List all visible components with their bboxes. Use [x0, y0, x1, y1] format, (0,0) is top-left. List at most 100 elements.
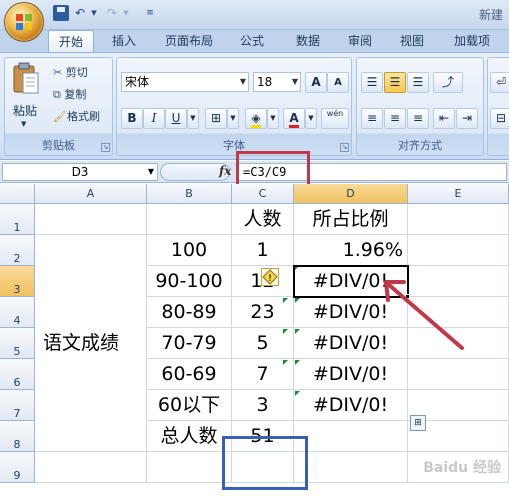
cell-b7[interactable]: 60以下	[147, 390, 232, 421]
row-header-8[interactable]: 8	[0, 421, 35, 452]
cell-b4[interactable]: 80-89	[147, 297, 232, 328]
column-header-a[interactable]: A	[35, 184, 147, 204]
row-header-6[interactable]: 6	[0, 359, 35, 390]
font-name-value: 宋体	[125, 75, 150, 89]
cell-b1[interactable]	[147, 204, 232, 235]
format-painter-button[interactable]: 🖌格式刷	[53, 108, 100, 124]
align-left-icon[interactable]: ≡	[361, 108, 383, 129]
fill-dropdown-icon[interactable]: ▼	[267, 108, 279, 129]
cell-b9[interactable]	[147, 452, 232, 483]
autofill-options-icon[interactable]: ⊞	[410, 415, 426, 431]
tab-formulas[interactable]: 公式	[232, 30, 272, 52]
cell-d2[interactable]: 1.96%	[294, 235, 408, 266]
font-size-combo[interactable]: 18 ▼	[253, 72, 301, 92]
tab-addins[interactable]: 加载项	[446, 30, 498, 52]
cell-d1[interactable]: 所占比例	[294, 204, 408, 235]
phonetic-icon: wén	[326, 109, 344, 118]
tab-insert[interactable]: 插入	[104, 30, 144, 52]
cell-a2-merged[interactable]: 语文成绩	[35, 235, 147, 452]
cell-b3[interactable]: 90-100	[147, 266, 232, 297]
cell-e6[interactable]	[408, 359, 509, 390]
fill-color-icon[interactable]: ◈	[245, 108, 267, 129]
alignment-group-label: 对齐方式	[398, 139, 442, 152]
clipboard-launcher-icon[interactable]: ↘	[101, 143, 110, 152]
align-center-icon[interactable]: ≡	[384, 108, 406, 129]
phonetic-button[interactable]: wén	[321, 108, 349, 129]
align-bottom-icon[interactable]: ☰	[407, 72, 429, 93]
merge-icon[interactable]: ⊟	[490, 108, 509, 129]
title-bar: ↶ ▼ ↷ ▼ ≡ 新建	[0, 0, 509, 30]
shrink-font-button[interactable]: A	[327, 72, 349, 93]
cell-c1[interactable]: 人数	[232, 204, 294, 235]
copy-button[interactable]: ⧉ 复制	[53, 86, 86, 102]
row-header-4[interactable]: 4	[0, 297, 35, 328]
align-middle-icon[interactable]: ☰	[384, 72, 406, 93]
window-title: 新建	[478, 8, 503, 22]
decrease-indent-icon[interactable]: ⇤	[433, 108, 455, 129]
row-header-1[interactable]: 1	[0, 204, 35, 235]
customize-qat-icon[interactable]: ≡	[142, 5, 158, 21]
cell-b6[interactable]: 60-69	[147, 359, 232, 390]
insert-function-icon[interactable]: fx	[219, 164, 231, 178]
row-header-7[interactable]: 7	[0, 390, 35, 421]
row-header-5[interactable]: 5	[0, 328, 35, 359]
cell-d9[interactable]	[294, 452, 408, 483]
name-box[interactable]: D3 ▼	[2, 163, 158, 181]
tab-view[interactable]: 视图	[392, 30, 432, 52]
cell-e1[interactable]	[408, 204, 509, 235]
cell-b2[interactable]: 100	[147, 235, 232, 266]
cell-a9[interactable]	[35, 452, 147, 483]
tab-data[interactable]: 数据	[288, 30, 328, 52]
column-header-e[interactable]: E	[408, 184, 509, 204]
font-color-button[interactable]: A	[283, 108, 305, 129]
cell-d8[interactable]	[294, 421, 408, 452]
column-header-b[interactable]: B	[147, 184, 232, 204]
cell-e2[interactable]	[408, 235, 509, 266]
tab-page-layout[interactable]: 页面布局	[158, 30, 220, 52]
undo-dropdown-icon[interactable]: ▼	[86, 5, 102, 21]
cut-label: 剪切	[65, 66, 88, 79]
italic-button[interactable]: I	[143, 108, 165, 129]
format-painter-label: 格式刷	[66, 110, 100, 123]
borders-icon[interactable]: ⊞	[205, 108, 227, 129]
underline-dropdown-icon[interactable]: ▼	[187, 108, 199, 129]
cell-c7[interactable]: 3	[232, 390, 294, 421]
bold-button[interactable]: B	[121, 108, 143, 129]
column-header-d[interactable]: D	[294, 184, 408, 204]
redo-dropdown-icon[interactable]: ▼	[118, 5, 134, 21]
save-icon[interactable]	[53, 5, 69, 21]
font-launcher-icon[interactable]: ↘	[340, 143, 349, 152]
wrap-text-icon[interactable]: ⏎	[490, 72, 509, 93]
column-header-c[interactable]: C	[232, 184, 294, 204]
select-all-corner[interactable]	[0, 184, 35, 204]
increase-indent-icon[interactable]: ⇥	[456, 108, 478, 129]
cell-b8[interactable]: 总人数	[147, 421, 232, 452]
cell-d6[interactable]: #DIV/0!	[294, 359, 408, 390]
cell-b5[interactable]: 70-79	[147, 328, 232, 359]
cell-a1[interactable]	[35, 204, 147, 235]
grow-font-button[interactable]: A	[305, 72, 327, 93]
align-top-icon[interactable]: ☰	[361, 72, 383, 93]
office-button[interactable]	[4, 2, 44, 42]
underline-button[interactable]: U	[165, 108, 187, 129]
error-smart-tag[interactable]: !	[261, 268, 279, 286]
row-header-2[interactable]: 2	[0, 235, 35, 266]
error-indicator-icon	[283, 329, 288, 334]
font-color-dropdown-icon[interactable]: ▼	[305, 108, 317, 129]
tab-home[interactable]: 开始	[48, 30, 94, 52]
font-name-combo[interactable]: 宋体 ▼	[121, 72, 249, 92]
align-right-icon[interactable]: ≡	[407, 108, 429, 129]
paste-icon[interactable]	[11, 62, 41, 96]
worksheet-grid[interactable]: A B C D E 1 2 3 4 5 6 7 8 9 语文成绩 人数 所占比例…	[0, 184, 509, 491]
office-logo-icon	[16, 14, 32, 30]
tab-review[interactable]: 审阅	[340, 30, 380, 52]
cut-button[interactable]: ✂ 剪切	[53, 64, 88, 80]
paste-button-label[interactable]: 粘贴	[13, 102, 37, 119]
orientation-icon[interactable]: ⤴	[433, 72, 463, 93]
borders-dropdown-icon[interactable]: ▼	[227, 108, 239, 129]
paste-dropdown-icon[interactable]: ▼	[21, 120, 26, 128]
cell-d7[interactable]: #DIV/0!	[294, 390, 408, 421]
row-header-9[interactable]: 9	[0, 452, 35, 483]
cell-c2[interactable]: 1	[232, 235, 294, 266]
row-header-3[interactable]: 3	[0, 266, 35, 297]
